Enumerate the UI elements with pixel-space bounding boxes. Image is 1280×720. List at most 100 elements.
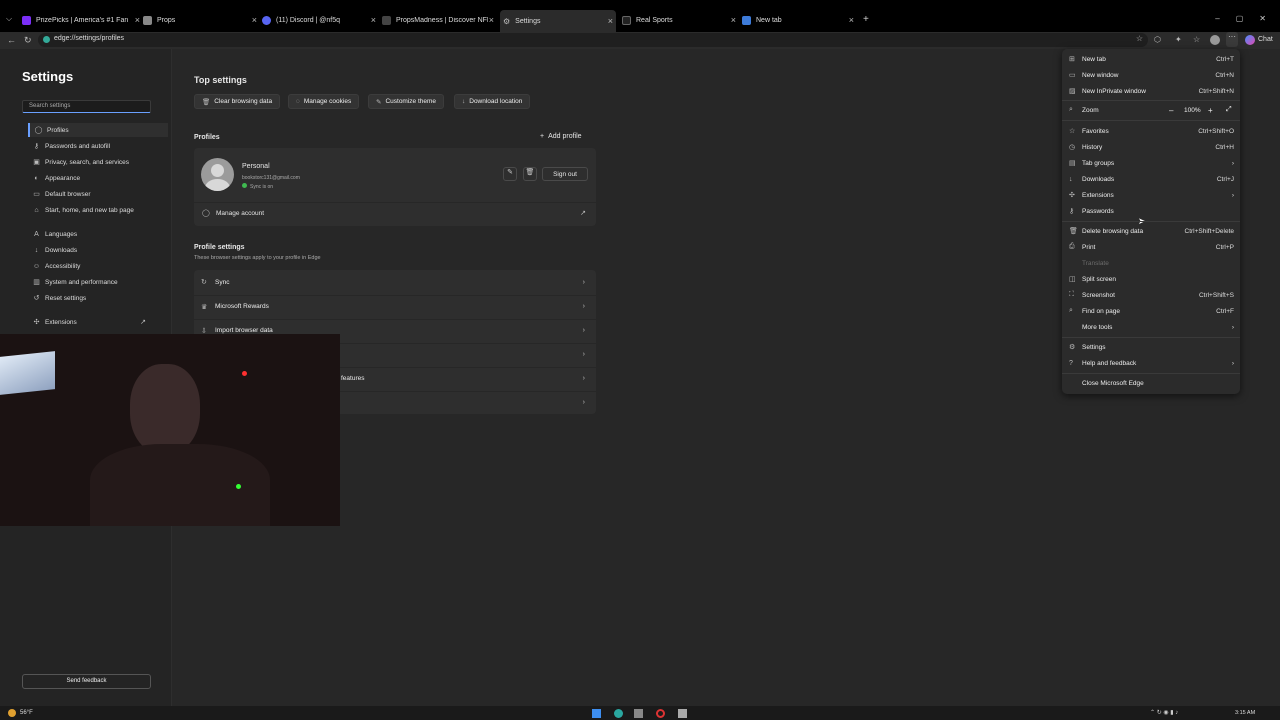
close-icon[interactable]: × <box>731 15 736 25</box>
record-taskbar-icon[interactable] <box>656 709 665 718</box>
chevron-right-icon: › <box>1231 359 1234 367</box>
row-label: Sync <box>215 278 230 286</box>
delete-profile-button[interactable]: 🗑 <box>523 167 537 181</box>
menu-new-tab[interactable]: ⊞ New tab Ctrl+T <box>1062 52 1240 66</box>
close-icon[interactable]: × <box>849 15 854 25</box>
chat-button[interactable]: Chat <box>1258 36 1273 43</box>
menu-extensions[interactable]: ✣ Extensions › <box>1062 188 1240 202</box>
edit-profile-button[interactable]: ✎ <box>503 167 517 181</box>
menu-close-edge[interactable]: Close Microsoft Edge <box>1062 376 1240 390</box>
add-profile-button[interactable]: + Add profile <box>540 133 582 140</box>
sidebar-item-accessibility[interactable]: ☺ Accessibility <box>28 259 168 273</box>
webcam-green-light <box>236 484 241 489</box>
sidebar-item-reset[interactable]: ↺ Reset settings <box>28 291 168 305</box>
menu-settings[interactable]: ⚙ Settings <box>1062 340 1240 354</box>
sidebar-item-profiles[interactable]: ◯ Profiles <box>28 123 168 137</box>
row-microsoft-rewards[interactable]: ♛ Microsoft Rewards › <box>194 295 596 317</box>
sidebar-item-label: Privacy, search, and services <box>45 158 130 166</box>
sidebar-item-passwords[interactable]: ⚷ Passwords and autofill <box>28 139 168 153</box>
weather-icon[interactable] <box>8 709 16 717</box>
menu-print[interactable]: ⎙ Print Ctrl+P <box>1062 240 1240 254</box>
split-icon: ◫ <box>1069 276 1076 283</box>
search-input[interactable]: Search settings <box>22 100 151 113</box>
tray-icons[interactable]: ⌃ ↻ ◉ ▮ ♪ <box>1150 709 1178 716</box>
row-label: Microsoft Rewards <box>215 303 269 310</box>
menu-history[interactable]: ◷ History Ctrl+H <box>1062 140 1240 154</box>
sidebar-item-languages[interactable]: A Languages <box>28 227 168 241</box>
tab-settings[interactable]: ⚙ Settings × <box>500 10 616 32</box>
close-window-icon[interactable]: ✕ <box>1259 14 1266 23</box>
zoom-out-button[interactable]: – <box>1169 106 1173 115</box>
minimize-icon[interactable]: – <box>1215 14 1219 23</box>
menu-new-window[interactable]: ▭ New window Ctrl+N <box>1062 68 1240 82</box>
sidebar-item-start-home[interactable]: ⌂ Start, home, and new tab page <box>28 203 168 217</box>
clear-browsing-data-button[interactable]: 🗑 Clear browsing data <box>194 94 281 109</box>
tab-discord[interactable]: (11) Discord | @nf5q × <box>262 12 376 29</box>
menu-new-inprivate[interactable]: ▨ New InPrivate window Ctrl+Shift+N <box>1062 84 1240 98</box>
avatar[interactable] <box>1210 35 1220 45</box>
manage-account-row[interactable]: ◯ Manage account ↗ <box>194 202 596 224</box>
clock-text[interactable]: 3:15 AM <box>1235 710 1255 716</box>
browser-essentials-icon[interactable]: ⬡ <box>1154 35 1161 44</box>
manage-cookies-button[interactable]: ◌ Manage cookies <box>288 94 360 109</box>
fullscreen-icon[interactable]: ⤢ <box>1226 106 1232 114</box>
refresh-icon[interactable]: ↻ <box>24 35 32 46</box>
weather-text[interactable]: 56°F <box>20 710 33 716</box>
sidebar-item-label: System and performance <box>45 278 118 286</box>
tool-taskbar-icon[interactable] <box>678 709 687 718</box>
windows-start-icon[interactable] <box>592 709 601 718</box>
row-sync[interactable]: ↻ Sync › <box>194 271 596 293</box>
close-icon[interactable]: × <box>489 15 494 25</box>
sidebar-item-extensions[interactable]: ✣ Extensions ↗ <box>28 315 168 329</box>
favorite-star-icon[interactable]: ☆ <box>1136 34 1143 43</box>
send-feedback-button[interactable]: Send feedback <box>22 674 151 689</box>
new-tab-plus-icon[interactable]: + <box>863 14 869 25</box>
app-taskbar-icon[interactable] <box>634 709 643 718</box>
back-icon[interactable]: ← <box>7 35 16 45</box>
tab-prizepicks[interactable]: PrizePicks | America's #1 Fantasy S × <box>22 12 140 29</box>
menu-favorites[interactable]: ☆ Favorites Ctrl+Shift+O <box>1062 124 1240 138</box>
manage-account-label: Manage account <box>216 210 265 217</box>
menu-help-feedback[interactable]: ? Help and feedback › <box>1062 356 1240 370</box>
zoom-in-button[interactable]: + <box>1208 106 1213 115</box>
plus-icon: + <box>540 133 545 140</box>
menu-tab-groups[interactable]: ▤ Tab groups › <box>1062 156 1240 170</box>
menu-delete-browsing-data[interactable]: 🗑 Delete browsing data Ctrl+Shift+Delete <box>1062 224 1240 238</box>
prizepicks-favicon <box>22 16 31 25</box>
sidebar-item-default-browser[interactable]: ▭ Default browser <box>28 187 168 201</box>
sign-out-button[interactable]: Sign out <box>542 167 588 181</box>
close-icon[interactable]: × <box>608 16 613 26</box>
menu-screenshot[interactable]: ⛶ Screenshot Ctrl+Shift+S <box>1062 288 1240 302</box>
avatar <box>201 158 234 191</box>
profile-settings-subtitle: These browser settings apply to your pro… <box>194 255 321 261</box>
copilot-icon[interactable] <box>1245 35 1255 45</box>
tab-props[interactable]: Props × <box>143 12 257 29</box>
menu-downloads[interactable]: ↓ Downloads Ctrl+J <box>1062 172 1240 186</box>
menu-item-shortcut: Ctrl+H <box>1215 143 1234 151</box>
menu-more-tools[interactable]: More tools › <box>1062 320 1240 334</box>
download-location-button[interactable]: ↓ Download location <box>454 94 531 109</box>
customize-theme-button[interactable]: ✎ Customize theme <box>368 94 445 109</box>
close-icon[interactable]: × <box>371 15 376 25</box>
close-icon[interactable]: × <box>252 15 257 25</box>
person-icon: ◯ <box>202 210 210 217</box>
maximize-icon[interactable]: ▢ <box>1236 14 1244 23</box>
tab-real-sports[interactable]: Real Sports × <box>622 12 736 29</box>
menu-find-on-page[interactable]: ⌕ Find on page Ctrl+F <box>1062 304 1240 318</box>
tab-groups-icon: ▤ <box>1069 160 1076 167</box>
tab-propsmadness[interactable]: PropsMadness | Discover NFL, WN × <box>382 12 494 29</box>
close-icon[interactable]: × <box>135 15 140 25</box>
favorites-icon[interactable]: ☆ <box>1193 35 1200 44</box>
sidebar-item-appearance[interactable]: ◐ Appearance <box>28 171 168 185</box>
address-bar[interactable]: edge://settings/profiles ☆ <box>38 33 1148 47</box>
sidebar-item-downloads[interactable]: ↓ Downloads <box>28 243 168 257</box>
tab-actions-icon[interactable]: ⌵ <box>6 14 12 24</box>
sidebar-item-privacy[interactable]: ▣ Privacy, search, and services <box>28 155 168 169</box>
menu-split-screen[interactable]: ◫ Split screen <box>1062 272 1240 286</box>
extensions-icon[interactable]: ✦ <box>1175 35 1182 44</box>
sidebar-item-system[interactable]: ▥ System and performance <box>28 275 168 289</box>
more-menu-icon[interactable]: ··· <box>1226 32 1238 47</box>
menu-passwords[interactable]: ⚷ Passwords <box>1062 204 1240 218</box>
edge-taskbar-icon[interactable] <box>614 709 623 718</box>
tab-new-tab[interactable]: New tab × <box>742 12 854 29</box>
